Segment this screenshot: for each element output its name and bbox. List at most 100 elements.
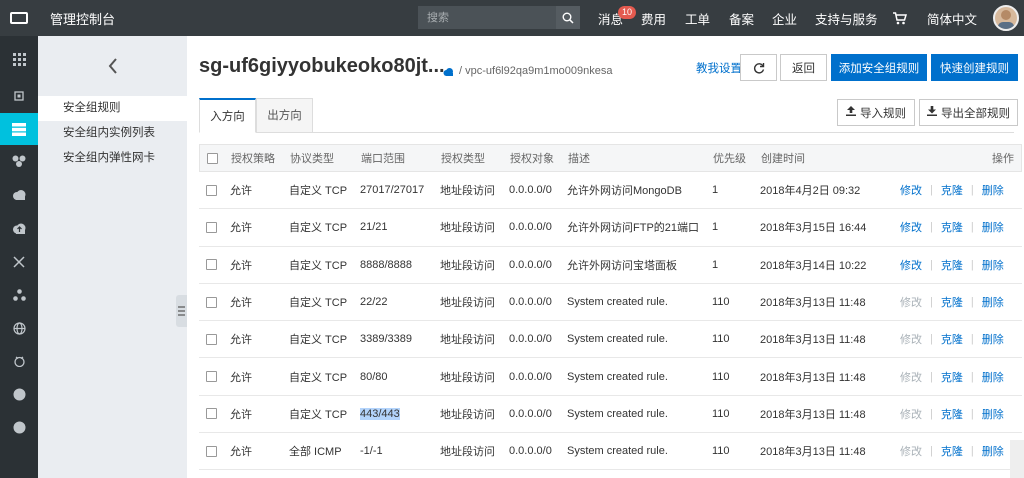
cluster-icon[interactable] bbox=[0, 145, 38, 177]
export-button[interactable]: 导出全部规则 bbox=[919, 99, 1018, 126]
globe-icon[interactable] bbox=[0, 312, 38, 344]
nav-support[interactable]: 支持与服务 bbox=[815, 0, 878, 36]
edit-link[interactable]: 修改 bbox=[900, 406, 922, 422]
sidebar-item-instances[interactable]: 安全组内实例列表 bbox=[38, 121, 187, 146]
cell-priority: 110 bbox=[712, 370, 730, 383]
server-icon[interactable] bbox=[0, 113, 38, 145]
row-checkbox[interactable] bbox=[206, 371, 217, 383]
delete-link[interactable]: 删除 bbox=[982, 369, 1004, 385]
clone-link[interactable]: 克隆 bbox=[941, 331, 963, 347]
import-button[interactable]: 导入规则 bbox=[837, 99, 915, 126]
nav-filing[interactable]: 备案 bbox=[729, 0, 754, 36]
delete-link[interactable]: 删除 bbox=[982, 219, 1004, 235]
row-checkbox[interactable] bbox=[206, 296, 217, 308]
edit-link[interactable]: 修改 bbox=[900, 294, 922, 310]
row-checkbox[interactable] bbox=[206, 221, 217, 233]
col-created: 创建时间 bbox=[761, 153, 805, 165]
action-separator: | bbox=[970, 445, 974, 458]
action-separator: | bbox=[970, 370, 974, 383]
delete-link[interactable]: 删除 bbox=[982, 257, 1004, 273]
edit-link[interactable]: 修改 bbox=[900, 331, 922, 347]
cart-icon[interactable] bbox=[893, 0, 907, 36]
bug-icon[interactable] bbox=[0, 345, 38, 377]
cloud-upload-icon[interactable] bbox=[0, 212, 38, 244]
scrollbar[interactable] bbox=[1010, 440, 1024, 478]
chip-icon[interactable] bbox=[0, 80, 38, 112]
nav-billing[interactable]: 费用 bbox=[641, 0, 666, 36]
circle-icon[interactable] bbox=[0, 378, 38, 410]
cell-port: 443/443 bbox=[360, 407, 400, 420]
cell-auth-type: 地址段访问 bbox=[440, 334, 495, 347]
select-all-checkbox[interactable] bbox=[207, 152, 218, 164]
clone-link[interactable]: 克隆 bbox=[941, 443, 963, 459]
nav-language[interactable]: 简体中文 bbox=[927, 0, 977, 36]
table-row: 允许 自定义 TCP 80/80 地址段访问 0.0.0.0/0 System creat… bbox=[199, 358, 1022, 396]
cell-description: 允许外网访问FTP的21端口 bbox=[567, 222, 700, 235]
clone-link[interactable]: 克隆 bbox=[941, 219, 963, 235]
col-description: 描述 bbox=[568, 153, 590, 165]
cell-description: System created rule. bbox=[567, 370, 668, 383]
edit-link[interactable]: 修改 bbox=[900, 257, 922, 273]
clone-link[interactable]: 克隆 bbox=[941, 369, 963, 385]
grid-icon[interactable] bbox=[0, 43, 38, 75]
cell-policy: 允许 bbox=[230, 222, 252, 235]
clone-link[interactable]: 克隆 bbox=[941, 182, 963, 198]
row-checkbox[interactable] bbox=[206, 333, 217, 345]
action-separator: | bbox=[930, 370, 933, 383]
table-row: 允许 自定义 TCP 22/22 地址段访问 0.0.0.0/0 System creat… bbox=[199, 284, 1022, 322]
delete-link[interactable]: 删除 bbox=[982, 406, 1004, 422]
cell-policy: 允许 bbox=[230, 185, 252, 198]
refresh-button[interactable] bbox=[740, 54, 777, 81]
rules-table: 授权策略 协议类型 端口范围 授权类型 授权对象 描述 优先级 创建时间 操作 … bbox=[199, 144, 1022, 471]
cell-description: 允许外网访问宝塔面板 bbox=[567, 259, 677, 272]
delete-link[interactable]: 删除 bbox=[982, 443, 1004, 459]
cell-policy: 允许 bbox=[230, 259, 252, 272]
cell-port: 27017/27017 bbox=[360, 184, 425, 197]
nodes-icon[interactable] bbox=[0, 279, 38, 311]
circle-icon[interactable] bbox=[0, 411, 38, 443]
sidebar-item-sg-rules[interactable]: 安全组规则 bbox=[38, 96, 187, 121]
row-checkbox[interactable] bbox=[206, 184, 217, 196]
back-button[interactable]: 返回 bbox=[780, 54, 827, 81]
cloud-icon[interactable] bbox=[0, 179, 38, 211]
action-separator: | bbox=[930, 184, 933, 197]
delete-link[interactable]: 删除 bbox=[982, 331, 1004, 347]
edit-link[interactable]: 修改 bbox=[900, 182, 922, 198]
nav-tickets[interactable]: 工单 bbox=[685, 0, 710, 36]
vpc-cloud-icon bbox=[443, 65, 454, 79]
clone-link[interactable]: 克隆 bbox=[941, 406, 963, 422]
clone-link[interactable]: 克隆 bbox=[941, 257, 963, 273]
cell-auth-object: 0.0.0.0/0 bbox=[509, 445, 552, 458]
search-icon[interactable] bbox=[556, 6, 580, 29]
tab-inbound[interactable]: 入方向 bbox=[199, 98, 256, 133]
add-rule-button[interactable]: 添加安全组规则 bbox=[831, 54, 927, 81]
product-rail bbox=[0, 36, 38, 478]
search-input[interactable] bbox=[418, 6, 556, 29]
help-link[interactable]: 教我设置 bbox=[696, 60, 742, 76]
row-checkbox[interactable] bbox=[206, 259, 217, 271]
cell-created: 2018年3月13日 11:48 bbox=[760, 334, 866, 347]
row-checkbox[interactable] bbox=[206, 445, 217, 457]
collapse-handle-icon[interactable] bbox=[176, 295, 187, 327]
clone-link[interactable]: 克隆 bbox=[941, 294, 963, 310]
cell-created: 2018年3月15日 16:44 bbox=[760, 222, 867, 235]
edit-link[interactable]: 修改 bbox=[900, 219, 922, 235]
console-title[interactable]: 管理控制台 bbox=[50, 9, 115, 28]
edit-link[interactable]: 修改 bbox=[900, 369, 922, 385]
delete-link[interactable]: 删除 bbox=[982, 294, 1004, 310]
nav-enterprise[interactable]: 企业 bbox=[772, 0, 797, 36]
network-icon[interactable] bbox=[0, 246, 38, 278]
delete-link[interactable]: 删除 bbox=[982, 182, 1004, 198]
cell-policy: 允许 bbox=[230, 446, 252, 459]
row-checkbox[interactable] bbox=[206, 408, 217, 420]
cell-auth-object: 0.0.0.0/0 bbox=[509, 221, 552, 234]
nav-messages[interactable]: 消息 bbox=[598, 0, 623, 36]
edit-link[interactable]: 修改 bbox=[900, 443, 922, 459]
cell-protocol: 自定义 TCP bbox=[289, 334, 348, 347]
user-avatar[interactable] bbox=[993, 5, 1019, 31]
quick-create-button[interactable]: 快速创建规则 bbox=[931, 54, 1018, 81]
sidebar-item-eni[interactable]: 安全组内弹性网卡 bbox=[38, 146, 187, 171]
tab-outbound[interactable]: 出方向 bbox=[256, 98, 313, 133]
aliyun-logo-icon[interactable] bbox=[0, 0, 38, 36]
back-chevron-icon[interactable] bbox=[38, 36, 187, 96]
